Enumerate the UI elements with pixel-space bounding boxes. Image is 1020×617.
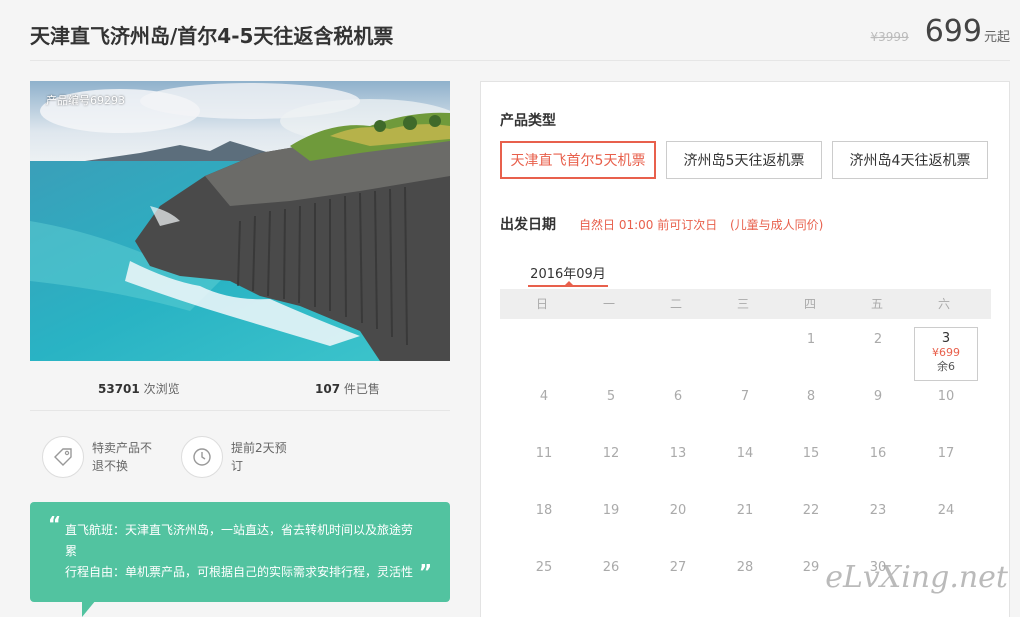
quote-line-1: 直飞航班：天津直飞济州岛，一站直达，省去转机时间以及旅途劳累 (65, 523, 414, 558)
calendar-day: 20 (669, 503, 687, 518)
feature-text: 特卖产品不退不换 (92, 441, 153, 473)
calendar-day-available[interactable]: 3 ¥699 余6 (914, 327, 978, 381)
page-title: 天津直飞济州岛/首尔4-5天往返含税机票 (30, 24, 394, 48)
departure-date-title: 出发日期 (500, 217, 556, 233)
calendar-day: 19 (602, 503, 620, 518)
calendar-day: 16 (869, 446, 887, 461)
current-price: 699 (924, 14, 982, 49)
calendar-day: 6 (673, 389, 683, 404)
available-day-price: ¥699 (932, 346, 960, 359)
original-price: ¥3999 (870, 30, 909, 44)
calendar-day: 26 (602, 560, 620, 575)
weekday-tue: 二 (669, 297, 682, 311)
quote-line-2: 行程自由：单机票产品，可根据自己的实际需求安排行程，灵活性 (65, 565, 414, 579)
clock-icon (181, 436, 223, 478)
weekday-wed: 三 (736, 297, 749, 311)
close-quote-icon: ” (418, 560, 432, 584)
available-day-number: 3 (941, 331, 951, 346)
type-option-seoul-5day[interactable]: 天津直飞首尔5天机票 (500, 141, 656, 179)
calendar-day: 7 (740, 389, 750, 404)
sold-stat: 107 件已售 (315, 380, 380, 397)
calendar-day: 17 (937, 446, 955, 461)
views-count: 53701 (98, 382, 140, 396)
child-price-note: (儿童与成人同价) (730, 218, 824, 232)
product-photo[interactable]: 产品编号69293 (30, 81, 450, 361)
product-page: 天津直飞济州岛/首尔4-5天往返含税机票 ¥3999 699 元起 产品编号69… (0, 0, 1020, 617)
weekday-thu: 四 (803, 297, 816, 311)
available-day-remaining: 余6 (937, 360, 955, 373)
header-divider (30, 60, 1010, 61)
calendar-day: 13 (669, 446, 687, 461)
product-id: 产品编号69293 (46, 94, 125, 107)
calendar-day: 11 (535, 446, 553, 461)
weekday-mon: 一 (602, 297, 615, 311)
calendar-day: 18 (535, 503, 553, 518)
calendar-day: 14 (736, 446, 754, 461)
price-unit: 元起 (983, 30, 1010, 45)
views-label: 次浏览 (139, 382, 180, 396)
views-stat: 53701 次浏览 (98, 380, 180, 397)
highlight-quote: “ 直飞航班：天津直飞济州岛，一站直达，省去转机时间以及旅途劳累 行程自由：单机… (30, 502, 450, 602)
tag-icon (42, 436, 84, 478)
weekday-header: 日 一 二 三 四 五 六 (500, 289, 991, 319)
calendar-day: 27 (669, 560, 687, 575)
calendar-day: 4 (539, 389, 549, 404)
feature-advance-booking: 提前2天预订 (181, 436, 297, 478)
product-type-title: 产品类型 (500, 113, 556, 129)
calendar-day: 2 (873, 332, 883, 347)
calendar-day: 12 (602, 446, 620, 461)
calendar-day: 8 (806, 389, 816, 404)
calendar-day: 28 (736, 560, 754, 575)
quote-tail (82, 600, 96, 617)
calendar-day: 15 (802, 446, 820, 461)
calendar-day: 24 (937, 503, 955, 518)
weekday-fri: 五 (870, 297, 883, 311)
calendar-day: 21 (736, 503, 754, 518)
coast-illustration (30, 81, 450, 361)
month-underline (528, 285, 608, 287)
booking-deadline-note: 自然日 01:00 前可订次日 (579, 218, 718, 232)
calendar-day: 9 (873, 389, 883, 404)
feature-text: 提前2天预订 (231, 441, 287, 473)
product-stats: 53701 次浏览 107 件已售 (30, 380, 450, 398)
calendar-day: 5 (606, 389, 616, 404)
month-tab[interactable]: 2016年09月 (528, 263, 608, 282)
open-quote-icon: “ (48, 512, 62, 536)
calendar-day: 23 (869, 503, 887, 518)
feature-no-refund: 特卖产品不退不换 (42, 436, 158, 478)
type-option-jeju-4day[interactable]: 济州岛4天往返机票 (832, 141, 988, 179)
sold-label: 件已售 (340, 382, 380, 396)
type-option-jeju-5day[interactable]: 济州岛5天往返机票 (666, 141, 822, 179)
weekday-sat: 六 (937, 297, 950, 311)
sold-count: 107 (315, 382, 341, 396)
weekday-sun: 日 (535, 297, 548, 311)
calendar-day: 1 (806, 332, 816, 347)
site-watermark: eLvXing.net (825, 560, 1008, 595)
calendar-day: 25 (535, 560, 553, 575)
booking-panel: 产品类型 天津直飞首尔5天机票 济州岛5天往返机票 济州岛4天往返机票 出发日期… (480, 81, 1010, 617)
price-block: ¥3999 699 元起 (871, 14, 1010, 49)
stats-divider (30, 410, 450, 411)
calendar-day: 22 (802, 503, 820, 518)
calendar-day: 10 (937, 389, 955, 404)
